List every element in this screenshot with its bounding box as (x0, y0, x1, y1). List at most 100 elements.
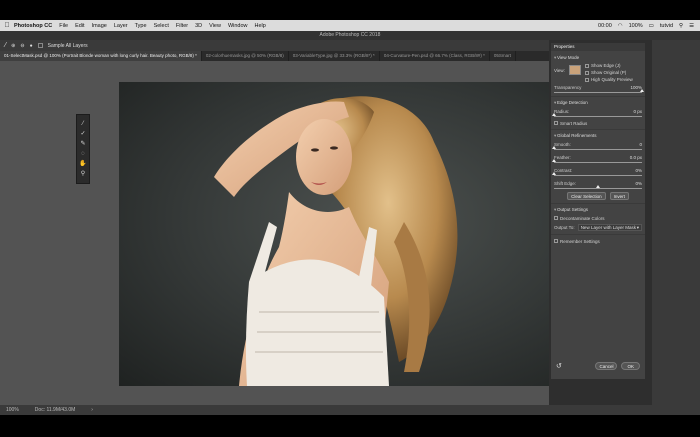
smooth-value[interactable]: 0 (639, 142, 642, 147)
document-tabs: 01-SelectMask.psd @ 100% (Portrait Blond… (0, 51, 549, 61)
reset-icon[interactable]: ↺ (556, 362, 562, 370)
brush-size-icon[interactable]: ● (30, 43, 33, 49)
smart-radius-checkbox[interactable] (554, 121, 558, 125)
doc-size: Doc: 11.9M/43.0M (34, 407, 76, 413)
properties-title: Properties (551, 43, 645, 51)
spotlight-search-icon[interactable]: ⚲ (679, 23, 683, 29)
shift-edge-label: Shift Edge: (554, 180, 577, 186)
menu-select[interactable]: Select (154, 23, 169, 29)
options-bar: ⁄ ⊕ ⊖ ● Sample All Layers (0, 40, 549, 51)
high-quality-preview-checkbox[interactable] (584, 77, 589, 82)
menu-filter[interactable]: Filter (176, 23, 188, 29)
show-original-checkbox[interactable] (584, 70, 589, 75)
brush-icon[interactable]: ✎ (78, 141, 88, 148)
contrast-label: Contrast: (554, 167, 573, 173)
smart-radius-label: Smart Radius (560, 120, 588, 126)
menu-3d[interactable]: 3D (195, 23, 202, 29)
ok-button[interactable]: OK (621, 362, 640, 370)
lasso-icon[interactable]: ◌ (78, 151, 88, 158)
add-to-selection-icon[interactable]: ⊕ (11, 43, 15, 49)
tab-document[interactable]: 03-VariableType.jpg @ 33.3% (RGB/8*) * (289, 51, 380, 61)
radius-slider[interactable] (552, 113, 642, 117)
view-label: View: (554, 68, 565, 73)
show-original-label: Show Original (P) (590, 70, 627, 75)
edge-detection-heading[interactable]: ▾Edge Detection (551, 100, 645, 106)
smooth-slider[interactable] (552, 146, 642, 150)
radius-value[interactable]: 0 px (633, 109, 642, 114)
radius-label: Radius: (554, 108, 570, 114)
contrast-value[interactable]: 0% (635, 168, 642, 173)
contrast-slider-knob[interactable] (552, 172, 556, 175)
chevron-down-icon: ▾ (636, 224, 639, 230)
show-edge-label: Show Edge (J) (590, 63, 621, 68)
decontaminate-colors-label: Decontaminate Colors (560, 215, 605, 221)
menu-help[interactable]: Help (255, 23, 266, 29)
zoom-icon[interactable]: ⚲ (78, 171, 88, 178)
status-menu-arrow-icon[interactable]: › (91, 407, 93, 413)
output-to-value: New Layer with Layer Mask (580, 224, 636, 230)
shift-edge-slider[interactable] (554, 185, 642, 189)
menu-edit[interactable]: Edit (75, 23, 84, 29)
quick-selection-tool-icon[interactable]: ⁄ (5, 42, 6, 49)
smooth-label: Smooth: (554, 141, 571, 147)
clear-selection-button[interactable]: Clear Selection (567, 192, 606, 200)
invert-button[interactable]: Invert (609, 192, 629, 200)
menu-image[interactable]: Image (92, 23, 107, 29)
portrait-photo (214, 96, 458, 386)
transparency-slider[interactable] (554, 89, 644, 93)
hand-icon[interactable]: ✋ (78, 161, 88, 168)
feather-value[interactable]: 0.0 px (630, 155, 642, 160)
output-settings-heading[interactable]: ▾Output Settings (551, 207, 645, 213)
global-refinements-heading[interactable]: ▾Global Refinements (551, 133, 645, 139)
tab-document[interactable]: 01-SelectMask.psd @ 100% (Portrait Blond… (0, 51, 202, 61)
smooth-slider-knob[interactable] (552, 146, 556, 149)
notification-center-icon[interactable]: ☰ (689, 23, 694, 29)
battery-icon[interactable]: ▭ (649, 23, 654, 29)
output-to-label: Output To: (554, 224, 575, 230)
tab-document[interactable]: 04-Curvature-Pen.psd @ 66.7% (Class, RGB… (380, 51, 490, 61)
zoom-level[interactable]: 100% (6, 407, 19, 413)
decontaminate-colors-checkbox[interactable] (554, 216, 558, 220)
tab-document[interactable]: 05Smart (490, 51, 516, 61)
tab-document[interactable]: 02-colorhuemasks.jpg @ 50% (RGB/8) (202, 51, 289, 61)
transparency-label: Transparency (554, 84, 582, 90)
status-bar: 100% Doc: 11.9M/43.0M › (0, 405, 700, 415)
menu-layer[interactable]: Layer (114, 23, 128, 29)
sample-all-layers-checkbox[interactable] (37, 43, 43, 48)
refine-edge-brush-icon[interactable]: ✓ (78, 131, 88, 138)
document-image[interactable] (119, 82, 549, 386)
quick-selection-icon[interactable]: ⁄ (78, 121, 88, 128)
menu-type[interactable]: Type (135, 23, 147, 29)
menu-bar:  Photoshop CC File Edit Image Layer Typ… (0, 20, 700, 31)
show-edge-checkbox[interactable] (584, 63, 589, 68)
shift-edge-slider-knob[interactable] (596, 185, 600, 188)
window-title: Adobe Photoshop CC 2018 (0, 31, 700, 40)
user-name[interactable]: tutvid (660, 23, 673, 29)
menu-view[interactable]: View (209, 23, 221, 29)
radius-slider-knob[interactable] (552, 113, 556, 116)
clock: 00:00 (598, 22, 612, 29)
app-name-menu[interactable]: Photoshop CC (14, 23, 52, 29)
apple-menu-icon[interactable]:  (0, 22, 14, 29)
subtract-from-selection-icon[interactable]: ⊖ (20, 43, 24, 49)
remember-settings-checkbox[interactable] (554, 239, 558, 243)
high-quality-preview-label: High Quality Preview (590, 77, 633, 82)
output-to-dropdown[interactable]: New Layer with Layer Mask ▾ (577, 223, 642, 231)
wifi-icon[interactable]: ◠ (618, 23, 623, 29)
transparency-slider-knob[interactable] (640, 89, 644, 92)
battery-percent: 100% (628, 22, 643, 29)
tools-panel: ⁄ ✓ ✎ ◌ ✋ ⚲ (76, 114, 90, 184)
menu-window[interactable]: Window (228, 23, 248, 29)
cancel-button[interactable]: Cancel (595, 362, 618, 370)
contrast-slider[interactable] (552, 172, 642, 176)
remember-settings-label: Remember Settings (560, 238, 600, 244)
feather-slider[interactable] (552, 159, 642, 163)
feather-slider-knob[interactable] (552, 159, 556, 162)
properties-panel: Properties ▾View Mode View: Show Edge (J… (551, 43, 645, 379)
sample-all-layers-label: Sample All Layers (47, 42, 88, 49)
feather-label: Feather: (554, 154, 571, 160)
shift-edge-value[interactable]: 0% (635, 181, 642, 186)
menu-file[interactable]: File (59, 23, 68, 29)
view-mode-thumbnail[interactable] (568, 65, 581, 75)
right-panel-strip (652, 40, 700, 405)
